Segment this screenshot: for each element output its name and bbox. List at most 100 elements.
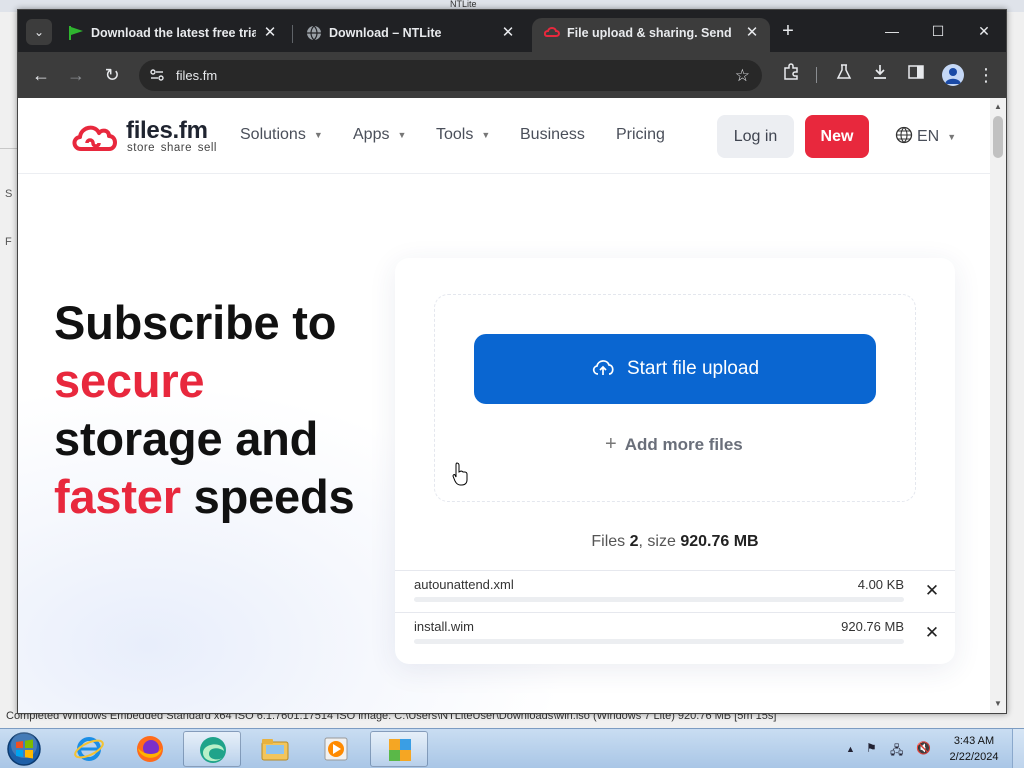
clock-date: 2/22/2024	[949, 751, 999, 763]
file-drop-zone[interactable]: Start file upload + Add more files	[434, 294, 916, 502]
reload-button[interactable]: ↻	[99, 62, 125, 88]
taskbar-edge[interactable]	[183, 731, 241, 767]
headline-line: storage and	[54, 412, 319, 465]
tab-close-icon[interactable]: ✕	[744, 18, 760, 48]
login-button[interactable]: Log in	[717, 115, 794, 158]
labs-flask-icon[interactable]	[832, 63, 856, 87]
tab-ntlite-download[interactable]: Download – NTLite ✕	[294, 18, 526, 52]
files-fm-logo-icon[interactable]	[71, 121, 121, 153]
tab-ntlite-trial[interactable]: Download the latest free trial v ✕	[56, 18, 288, 52]
forward-button[interactable]: →	[63, 62, 89, 88]
logo-tagline: store share sell	[127, 142, 217, 154]
edge-icon	[200, 737, 226, 763]
remove-file-close-icon[interactable]: ✕	[923, 624, 941, 642]
tab-files-fm[interactable]: File upload & sharing. Send lar ✕	[532, 18, 770, 52]
headline-accent: secure	[54, 354, 205, 407]
tab-label: Download the latest free trial v	[91, 26, 256, 40]
start-button-icon[interactable]	[4, 731, 44, 767]
taskbar-firefox[interactable]	[121, 731, 179, 767]
scroll-up-arrow-icon[interactable]: ▲	[990, 100, 1006, 114]
side-panel-icon[interactable]	[904, 63, 928, 87]
file-progress-bar	[414, 597, 904, 602]
logo-wordmark[interactable]: files.fm	[126, 117, 208, 145]
scroll-down-arrow-icon[interactable]: ▼	[990, 697, 1006, 711]
background-window-title: NTLite	[450, 0, 477, 9]
start-upload-button[interactable]: Start file upload	[474, 334, 876, 404]
headline-line: speeds	[180, 470, 355, 523]
start-upload-label: Start file upload	[626, 358, 760, 379]
volume-muted-icon[interactable]: 🔇	[916, 741, 931, 755]
green-flag-icon	[69, 26, 83, 40]
scrollbar-thumb[interactable]	[993, 116, 1003, 158]
bookmark-star-icon[interactable]: ☆	[735, 60, 750, 91]
vertical-scrollbar[interactable]: ▲ ▼	[990, 98, 1006, 713]
media-player-icon	[324, 737, 348, 761]
new-tab-button[interactable]: +	[776, 20, 800, 44]
show-desktop-button[interactable]	[1012, 729, 1024, 768]
downloads-icon[interactable]	[868, 63, 892, 87]
nav-apps[interactable]: Apps ▼	[353, 126, 406, 144]
nav-tools[interactable]: Tools ▼	[436, 126, 490, 144]
taskbar-clock[interactable]: 3:43 AM 2/22/2024	[944, 733, 1004, 765]
tab-strip: ⌄ Download the latest free trial v ✕ Dow…	[18, 10, 1006, 52]
nav-label: Tools	[436, 126, 474, 143]
tab-label: Download – NTLite	[329, 26, 442, 40]
show-hidden-icons-icon[interactable]: ▲	[846, 744, 855, 754]
clock-time: 3:43 AM	[953, 735, 995, 747]
close-window-button[interactable]: ✕	[962, 18, 1006, 44]
taskbar-ntlite[interactable]	[370, 731, 428, 767]
globe-icon	[895, 126, 913, 144]
file-explorer-icon	[261, 739, 289, 761]
nav-solutions[interactable]: Solutions ▼	[240, 126, 323, 144]
headline-accent: faster	[54, 470, 181, 523]
network-icon[interactable]: 🖧	[890, 741, 903, 762]
add-more-files-button[interactable]: + Add more files	[605, 433, 743, 456]
taskbar-internet-explorer[interactable]	[60, 731, 118, 767]
extensions-icon[interactable]	[779, 63, 803, 87]
file-row: install.wim 920.76 MB ✕	[395, 612, 955, 654]
file-size: 4.00 KB	[857, 577, 904, 592]
action-center-flag-icon[interactable]: ⚑	[866, 741, 877, 755]
site-header: files.fm store share sell Solutions ▼ App…	[18, 98, 990, 174]
language-label: EN	[917, 128, 940, 145]
background-side-label: S	[5, 188, 13, 200]
hand-cursor-icon	[452, 462, 468, 486]
nav-business[interactable]: Business	[520, 126, 585, 144]
new-button[interactable]: New	[805, 115, 869, 158]
browser-menu-icon[interactable]: ⋮	[974, 63, 998, 87]
globe-icon	[307, 25, 321, 41]
maximize-button[interactable]: ☐	[916, 18, 960, 44]
caret-down-icon: ▼	[397, 129, 407, 140]
back-button[interactable]: ←	[28, 62, 54, 88]
taskbar-file-explorer[interactable]	[246, 731, 304, 767]
caret-down-icon: ▼	[947, 131, 957, 142]
address-bar[interactable]: files.fm ☆	[139, 60, 762, 91]
nav-label: Pricing	[616, 126, 665, 143]
firefox-icon	[137, 736, 163, 762]
cloud-upload-icon	[592, 360, 614, 375]
toolbar-separator	[816, 67, 817, 83]
tab-search-button[interactable]: ⌄	[26, 19, 52, 45]
minimize-button[interactable]: —	[870, 18, 914, 44]
site-settings-icon[interactable]	[149, 67, 165, 83]
browser-window: ⌄ Download the latest free trial v ✕ Dow…	[17, 9, 1007, 714]
page-viewport: files.fm store share sell Solutions ▼ App…	[18, 98, 990, 713]
tab-close-icon[interactable]: ✕	[262, 18, 278, 48]
headline-line: Subscribe to	[54, 296, 337, 349]
summary-prefix: Files	[591, 533, 630, 550]
url-text[interactable]: files.fm	[176, 60, 217, 91]
remove-file-close-icon[interactable]: ✕	[923, 582, 941, 600]
file-row: autounattend.xml 4.00 KB ✕	[395, 570, 955, 612]
total-size: 920.76 MB	[680, 533, 759, 550]
nav-label: Apps	[353, 126, 390, 143]
nav-label: Business	[520, 126, 585, 143]
add-more-label: Add more files	[624, 435, 743, 454]
language-selector[interactable]: EN ▼	[895, 126, 956, 146]
background-side-label: F	[5, 236, 12, 248]
nav-pricing[interactable]: Pricing	[616, 126, 665, 144]
browser-toolbar: ← → ↻ files.fm ☆ ⋮	[18, 52, 1006, 98]
caret-down-icon: ▼	[481, 129, 491, 140]
taskbar-media-player[interactable]	[307, 731, 365, 767]
profile-avatar-icon[interactable]	[942, 64, 964, 86]
tab-close-icon[interactable]: ✕	[500, 18, 516, 48]
